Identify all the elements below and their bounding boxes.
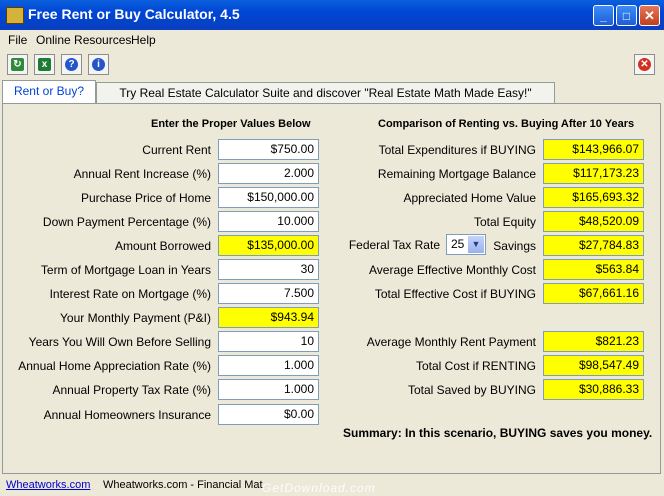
result-value: $143,966.07 [543,139,644,160]
menu-file[interactable]: File [8,33,27,47]
computed-value: $943.94 [218,307,319,328]
close-icon: ✕ [638,58,651,71]
tab-strip: Rent or Buy? Try Real Estate Calculator … [0,80,664,104]
menu-bar: File Online Resources Help [0,30,664,49]
left-header: Enter the Proper Values Below [151,118,311,130]
input-label: Current Rent [142,143,211,157]
info-button[interactable]: i [88,54,109,75]
input-field[interactable]: 1.000 [218,379,319,400]
input-field[interactable]: 10.000 [218,211,319,232]
tab-rent-or-buy[interactable]: Rent or Buy? [2,80,96,103]
refresh-icon: ↻ [11,58,24,71]
result-label: Total Effective Cost if BUYING [374,287,536,301]
exit-button[interactable]: ✕ [634,54,655,75]
input-label: Interest Rate on Mortgage (%) [49,287,211,301]
result-value: $98,547.49 [543,355,644,376]
chevron-down-icon[interactable]: ▼ [468,236,484,253]
tab-promo[interactable]: Try Real Estate Calculator Suite and dis… [96,82,555,103]
tax-rate-label: Federal Tax Rate [348,238,440,252]
result-label: Average Effective Monthly Cost [369,263,536,277]
input-label: Down Payment Percentage (%) [42,215,211,229]
result-label: Remaining Mortgage Balance [377,167,536,181]
excel-button[interactable]: x [34,54,55,75]
result-value: $30,886.33 [543,379,644,400]
menu-online-resources[interactable]: Online Resources [36,33,131,47]
input-label: Purchase Price of Home [80,191,211,205]
result-label: Total Equity [473,215,536,229]
result-value: $67,661.16 [543,283,644,304]
result-value: $165,693.32 [543,187,644,208]
title-bar: Free Rent or Buy Calculator, 4.5 _ □ ✕ [0,0,664,30]
window-title: Free Rent or Buy Calculator, 4.5 [28,6,240,22]
status-text: Wheatworks.com - Financial Mat [103,479,263,491]
wheatworks-link[interactable]: Wheatworks.com [6,479,90,491]
result-label: Savings [493,239,536,253]
input-field[interactable]: $0.00 [218,404,319,425]
input-label: Annual Home Appreciation Rate (%) [18,359,211,373]
result-label: Total Expenditures if BUYING [378,143,536,157]
input-label: Amount Borrowed [114,239,211,253]
menu-help[interactable]: Help [131,33,156,47]
result-value: $117,173.23 [543,163,644,184]
input-field[interactable]: $150,000.00 [218,187,319,208]
app-icon [6,7,24,24]
result-label: Appreciated Home Value [403,191,536,205]
result-label: Total Cost if RENTING [415,359,536,373]
input-field[interactable]: 10 [218,331,319,352]
minimize-button[interactable]: _ [593,5,614,26]
input-field[interactable]: 30 [218,259,319,280]
spreadsheet-icon: x [38,58,51,71]
input-label: Your Monthly Payment (P&I) [60,311,211,325]
question-icon: ? [65,58,78,71]
summary-text: Summary: In this scenario, BUYING saves … [343,426,653,440]
input-label: Annual Property Tax Rate (%) [52,383,211,397]
refresh-button[interactable]: ↻ [7,54,28,75]
computed-value: $135,000.00 [218,235,319,256]
result-label: Total Saved by BUYING [407,383,536,397]
right-header: Comparison of Renting vs. Buying After 1… [378,118,635,130]
result-value: $821.23 [543,331,644,352]
input-label: Annual Homeowners Insurance [43,408,211,422]
input-label: Years You Will Own Before Selling [28,335,211,349]
input-label: Annual Rent Increase (%) [73,167,211,181]
toolbar: ↻ x ? i ✕ [0,50,664,80]
input-label: Term of Mortgage Loan in Years [40,263,211,277]
result-value: $563.84 [543,259,644,280]
info-icon: i [92,58,105,71]
help-button[interactable]: ? [61,54,82,75]
tax-rate-select[interactable]: 25 ▼ [446,234,486,255]
watermark: GetDownload.com [262,481,376,495]
input-field[interactable]: 2.000 [218,163,319,184]
input-field[interactable]: 7.500 [218,283,319,304]
close-button[interactable]: ✕ [639,5,660,26]
result-value: $48,520.09 [543,211,644,232]
result-value: $27,784.83 [543,235,644,256]
input-field[interactable]: 1.000 [218,355,319,376]
result-label: Average Monthly Rent Payment [366,335,536,349]
input-field[interactable]: $750.00 [218,139,319,160]
tax-rate-value: 25 [451,237,465,251]
maximize-button[interactable]: □ [616,5,637,26]
